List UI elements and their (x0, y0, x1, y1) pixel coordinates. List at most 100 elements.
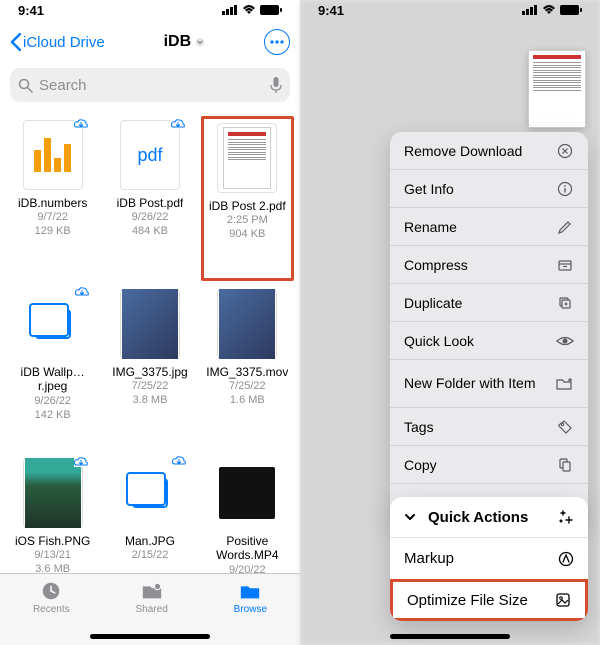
file-thumbnail: pdf (120, 120, 180, 190)
menu-label: Get Info (404, 181, 454, 197)
eye-icon (556, 332, 574, 350)
file-thumbnail (217, 458, 277, 528)
wifi-icon (242, 5, 256, 15)
content: Remove Download Get Info Rename Compress… (300, 20, 600, 645)
chevron-down-icon (404, 511, 416, 523)
quick-actions-label: Quick Actions (428, 509, 528, 526)
file-date: 9/13/21 (34, 549, 71, 563)
cloud-download-icon (75, 287, 89, 297)
file-item[interactable]: Positive Words.MP4 9/20/22 60.6 MB (201, 454, 294, 573)
file-name: iDB Wallp…r.jpeg (8, 365, 98, 394)
file-grid: iDB.numbers 9/7/22 129 KB pdf iDB Post.p… (0, 110, 300, 573)
stack-icon (35, 309, 71, 339)
context-menu-screen: 9:41 Remove Download Get Info Rename (300, 0, 600, 645)
sparkle-icon (558, 509, 574, 525)
chevron-down-icon (195, 37, 205, 47)
file-size: 904 KB (229, 228, 265, 242)
video-icon (219, 467, 275, 519)
file-thumbnail (23, 458, 83, 528)
file-size: 129 KB (35, 225, 71, 239)
file-size: 142 KB (35, 409, 71, 423)
folder-plus-icon (556, 375, 574, 393)
image-icon (25, 458, 81, 528)
file-thumbnail (217, 289, 277, 359)
quick-actions-menu: Quick Actions Markup Optimize File Size (390, 497, 588, 621)
file-item[interactable]: Man.JPG 2/15/22 (103, 454, 196, 573)
menu-copy[interactable]: Copy (390, 446, 588, 484)
search-input[interactable] (39, 77, 270, 94)
more-button[interactable] (264, 29, 290, 55)
folder-icon (237, 580, 263, 602)
file-item[interactable]: pdf iDB Post.pdf 9/26/22 484 KB (103, 116, 196, 281)
document-icon (528, 50, 586, 128)
tag-icon (556, 418, 574, 436)
file-name: iOS Fish.PNG (15, 534, 90, 548)
cellular-icon (222, 5, 238, 15)
menu-tags[interactable]: Tags (390, 408, 588, 446)
tab-label: Recents (33, 604, 70, 615)
quick-action-optimize[interactable]: Optimize File Size (390, 579, 588, 621)
copy-icon (556, 456, 574, 474)
chevron-left-icon (10, 33, 21, 51)
info-icon (556, 180, 574, 198)
file-item-selected[interactable]: iDB Post 2.pdf 2:25 PM 904 KB (201, 116, 294, 281)
ellipsis-icon (270, 40, 284, 44)
quick-action-markup[interactable]: Markup (390, 537, 588, 579)
file-item[interactable]: IMG_3375.jpg 7/25/22 3.8 MB (103, 285, 196, 450)
file-date: 9/26/22 (132, 211, 169, 225)
file-size: 3.8 MB (133, 394, 168, 408)
menu-rename[interactable]: Rename (390, 208, 588, 246)
file-size: 484 KB (132, 225, 168, 239)
nav-bar: iCloud Drive iDB (0, 20, 300, 64)
status-icons (522, 5, 582, 15)
status-time: 9:41 (18, 3, 44, 18)
files-app-screen: 9:41 iCloud Drive iDB (0, 0, 300, 645)
status-bar: 9:41 (0, 0, 300, 20)
menu-duplicate[interactable]: Duplicate (390, 284, 588, 322)
menu-remove-download[interactable]: Remove Download (390, 132, 588, 170)
search-bar[interactable] (10, 68, 290, 102)
menu-label: Tags (404, 419, 434, 435)
tab-recents[interactable]: Recents (33, 580, 70, 645)
status-time: 9:41 (318, 3, 344, 18)
file-date: 7/25/22 (132, 380, 169, 394)
cellular-icon (522, 5, 538, 15)
file-size: 1.6 MB (230, 394, 265, 408)
menu-label: Compress (404, 257, 468, 273)
mic-icon[interactable] (270, 77, 282, 94)
file-item[interactable]: iDB.numbers 9/7/22 129 KB (6, 116, 99, 281)
duplicate-icon (556, 294, 574, 312)
tab-browse[interactable]: Browse (234, 580, 267, 645)
document-icon (223, 127, 271, 189)
home-indicator[interactable] (90, 634, 210, 639)
menu-get-info[interactable]: Get Info (390, 170, 588, 208)
menu-quick-look[interactable]: Quick Look (390, 322, 588, 360)
file-preview-card[interactable] (528, 50, 586, 128)
image-icon (122, 289, 178, 359)
menu-label: Copy (404, 457, 437, 473)
quick-actions-header[interactable]: Quick Actions (390, 497, 588, 537)
file-item[interactable]: IMG_3375.mov 7/25/22 1.6 MB (201, 285, 294, 450)
file-item[interactable]: iOS Fish.PNG 9/13/21 3.6 MB (6, 454, 99, 573)
markup-icon (558, 551, 574, 567)
menu-label: Duplicate (404, 295, 462, 311)
file-thumbnail (120, 458, 180, 528)
search-icon (18, 78, 33, 93)
menu-new-folder[interactable]: New Folder with Item (390, 360, 588, 408)
file-date: 9/7/22 (37, 211, 68, 225)
file-item[interactable]: iDB Wallp…r.jpeg 9/26/22 142 KB (6, 285, 99, 450)
menu-compress[interactable]: Compress (390, 246, 588, 284)
file-date: 7/25/22 (229, 380, 266, 394)
file-name: Man.JPG (125, 534, 175, 548)
status-icons (222, 5, 282, 15)
status-bar: 9:41 (300, 0, 600, 20)
file-date: 9/20/22 (229, 564, 266, 573)
title-text: iDB (164, 33, 192, 51)
shared-folder-icon (139, 580, 165, 602)
pdf-icon: pdf (137, 145, 162, 166)
tab-label: Shared (136, 604, 168, 615)
folder-title[interactable]: iDB (164, 33, 206, 51)
archive-icon (556, 256, 574, 274)
pencil-icon (556, 218, 574, 236)
back-button[interactable]: iCloud Drive (10, 33, 105, 51)
